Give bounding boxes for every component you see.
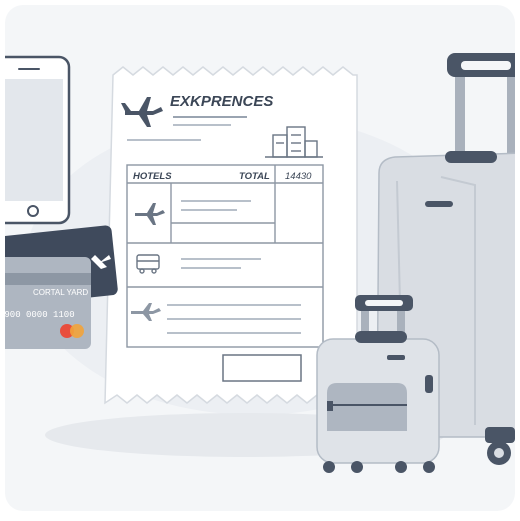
column-total: TOTAL <box>239 171 270 182</box>
illustration-frame: EXKPRENCES HOTELS TOTAL 14430 CORTAL YAR… <box>5 5 515 511</box>
card-brand: CORTAL YARD <box>33 288 88 297</box>
receipt-title: EXKPRENCES <box>170 93 273 110</box>
travel-expenses-illustration: EXKPRENCES HOTELS TOTAL 14430 CORTAL YAR… <box>5 53 515 473</box>
total-box <box>222 354 302 382</box>
phone-icon <box>5 55 71 225</box>
column-amount: 14430 <box>285 171 312 182</box>
column-hotels: HOTELS <box>133 171 172 182</box>
card-number: 4900 0000 1100 <box>5 310 75 320</box>
